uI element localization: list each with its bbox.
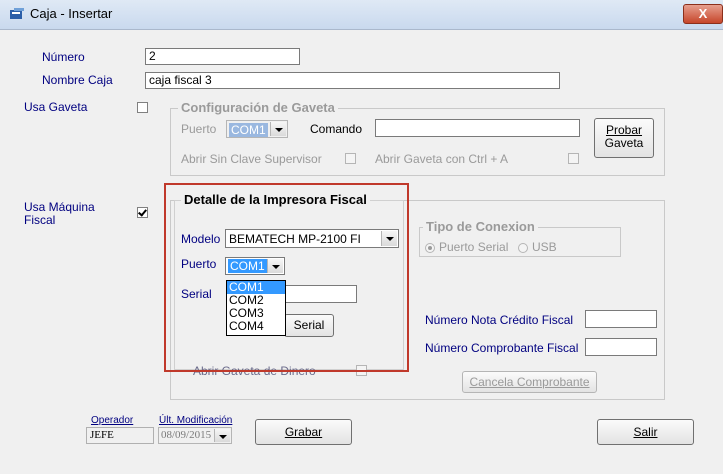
gaveta-puerto-label: Puerto: [181, 122, 217, 136]
usb-radio[interactable]: [518, 243, 528, 253]
usb-label: USB: [532, 240, 557, 254]
numero-input[interactable]: 2: [145, 48, 300, 65]
numero-label: Número: [42, 50, 85, 64]
cancela-label: Cancela Comprobante: [469, 375, 590, 389]
title-bar: Caja - Insertar X: [0, 0, 723, 30]
ult-mod-label: Últ. Modificación: [159, 415, 233, 426]
conexion-group-title: Tipo de Conexion: [423, 219, 538, 234]
nombre-caja-label: Nombre Caja: [42, 73, 113, 87]
comando-input[interactable]: [375, 119, 580, 137]
puerto-serial-radio[interactable]: [425, 243, 435, 253]
comprobante-label: Número Comprobante Fiscal: [425, 341, 579, 355]
gaveta-puerto-select[interactable]: COM1: [226, 120, 288, 138]
cancela-comprobante-button[interactable]: Cancela Comprobante: [462, 371, 597, 393]
window-title: Caja - Insertar: [30, 6, 113, 21]
salir-button[interactable]: Salir: [597, 419, 694, 445]
sin-clave-label: Abrir Sin Clave Supervisor: [181, 152, 322, 166]
comprobante-input[interactable]: [585, 338, 657, 356]
gaveta-group-title: Configuración de Gaveta: [178, 100, 338, 115]
close-button[interactable]: X: [683, 4, 723, 24]
chevron-down-icon: [214, 429, 230, 442]
usa-gaveta-checkbox[interactable]: [137, 102, 148, 113]
puerto-serial-label: Puerto Serial: [439, 240, 509, 254]
ult-mod-value: 08/09/2015: [161, 429, 212, 441]
usa-maquina-checkbox[interactable]: [137, 207, 148, 218]
operador-input: JEFE: [86, 427, 154, 444]
ult-mod-select: 08/09/2015: [158, 427, 232, 444]
highlight-box: [164, 183, 409, 372]
probar-label: Probar: [605, 123, 643, 137]
app-icon: [10, 8, 24, 19]
comando-label: Comando: [310, 122, 363, 136]
gaveta-label: Gaveta: [604, 136, 644, 150]
salir-label: Salir: [633, 425, 658, 439]
nota-credito-input[interactable]: [585, 310, 657, 328]
probar-gaveta-button[interactable]: Probar Gaveta: [594, 118, 654, 158]
nombre-caja-input[interactable]: caja fiscal 3: [145, 72, 560, 89]
nota-credito-label: Número Nota Crédito Fiscal: [425, 313, 574, 327]
usa-gaveta-label: Usa Gaveta: [24, 100, 88, 114]
ctrl-a-checkbox[interactable]: [568, 153, 579, 164]
grabar-label: Grabar: [284, 425, 323, 439]
grabar-button[interactable]: Grabar: [255, 419, 352, 445]
sin-clave-checkbox[interactable]: [345, 153, 356, 164]
operador-label: Operador: [91, 415, 134, 426]
gaveta-puerto-value: COM1: [229, 123, 268, 137]
usa-maquina-label: Usa Máquina Fiscal: [24, 200, 95, 227]
chevron-down-icon: [270, 122, 286, 136]
ctrl-a-label: Abrir Gaveta con Ctrl + A: [375, 152, 509, 166]
close-icon: X: [698, 6, 708, 21]
